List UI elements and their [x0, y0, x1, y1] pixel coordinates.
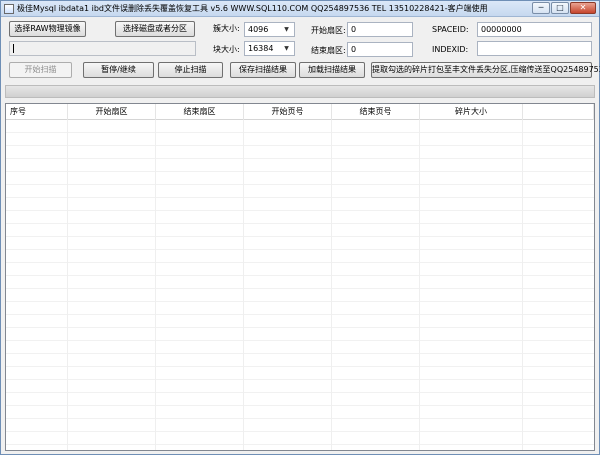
path-field[interactable]: [9, 41, 196, 56]
indexid-label: INDEXID:: [432, 45, 469, 54]
cluster-size-select[interactable]: 4096 ▼: [244, 22, 295, 37]
stop-scan-button[interactable]: 停止扫描: [158, 62, 223, 78]
close-icon[interactable]: ✕: [570, 2, 596, 14]
column-header-extra[interactable]: [523, 104, 594, 120]
column-divider: [67, 120, 68, 450]
indexid-input[interactable]: [477, 41, 592, 56]
column-header-end-sector[interactable]: 结束扇区: [156, 104, 244, 120]
block-size-value: 16384: [248, 44, 274, 53]
spaceid-label: SPACEID:: [432, 25, 469, 34]
start-sector-label: 开始扇区:: [311, 26, 346, 35]
select-raw-image-button[interactable]: 选择RAW物理镜像: [9, 21, 86, 37]
fragment-list[interactable]: 序号 开始扇区 结束扇区 开始页号 结束页号 碎片大小: [5, 103, 595, 451]
chevron-down-icon: ▼: [284, 26, 289, 33]
column-header-start-page[interactable]: 开始页号: [244, 104, 332, 120]
chevron-down-icon: ▼: [284, 45, 289, 52]
extract-fragments-button[interactable]: 提取勾选的碎片打包至丰文件丢失分区,压缩传送至QQ254897536: [371, 62, 600, 78]
list-rows: [6, 120, 594, 450]
pause-resume-button[interactable]: 暂停/继续: [83, 62, 154, 78]
end-sector-input[interactable]: 0: [347, 42, 413, 57]
column-header-end-page[interactable]: 结束页号: [332, 104, 420, 120]
window-title: 极佳Mysql ibdata1 ibd文件误删除丢失覆盖恢复工具 v5.6 WW…: [17, 4, 488, 13]
column-divider: [155, 120, 156, 450]
column-header-fragment-size[interactable]: 碎片大小: [420, 104, 523, 120]
text-caret: [13, 44, 14, 53]
column-header-start-sector[interactable]: 开始扇区: [68, 104, 156, 120]
maximize-icon[interactable]: □: [551, 2, 569, 14]
cluster-size-value: 4096: [248, 25, 269, 34]
column-divider: [243, 120, 244, 450]
select-disk-partition-button[interactable]: 选择磁盘或者分区: [115, 21, 195, 37]
end-sector-label: 结束扇区:: [311, 46, 346, 55]
block-size-label: 块大小:: [213, 45, 240, 54]
start-sector-input[interactable]: 0: [347, 22, 413, 37]
column-divider: [331, 120, 332, 450]
list-header: 序号 开始扇区 结束扇区 开始页号 结束页号 碎片大小: [6, 104, 594, 120]
save-scan-result-button[interactable]: 保存扫描结果: [230, 62, 296, 78]
title-bar[interactable]: 极佳Mysql ibdata1 ibd文件误删除丢失覆盖恢复工具 v5.6 WW…: [1, 1, 599, 17]
app-icon: [4, 4, 14, 14]
column-divider: [419, 120, 420, 450]
column-divider: [522, 120, 523, 450]
spaceid-input[interactable]: 00000000: [477, 22, 592, 37]
app-window: 极佳Mysql ibdata1 ibd文件误删除丢失覆盖恢复工具 v5.6 WW…: [0, 0, 600, 455]
minimize-icon[interactable]: ─: [532, 2, 550, 14]
block-size-select[interactable]: 16384 ▼: [244, 41, 295, 56]
scan-progress-bar: [5, 85, 595, 98]
column-header-index[interactable]: 序号: [6, 104, 68, 120]
load-scan-result-button[interactable]: 加载扫描结果: [299, 62, 365, 78]
cluster-size-label: 簇大小:: [213, 24, 240, 33]
start-scan-button[interactable]: 开始扫描: [9, 62, 72, 78]
